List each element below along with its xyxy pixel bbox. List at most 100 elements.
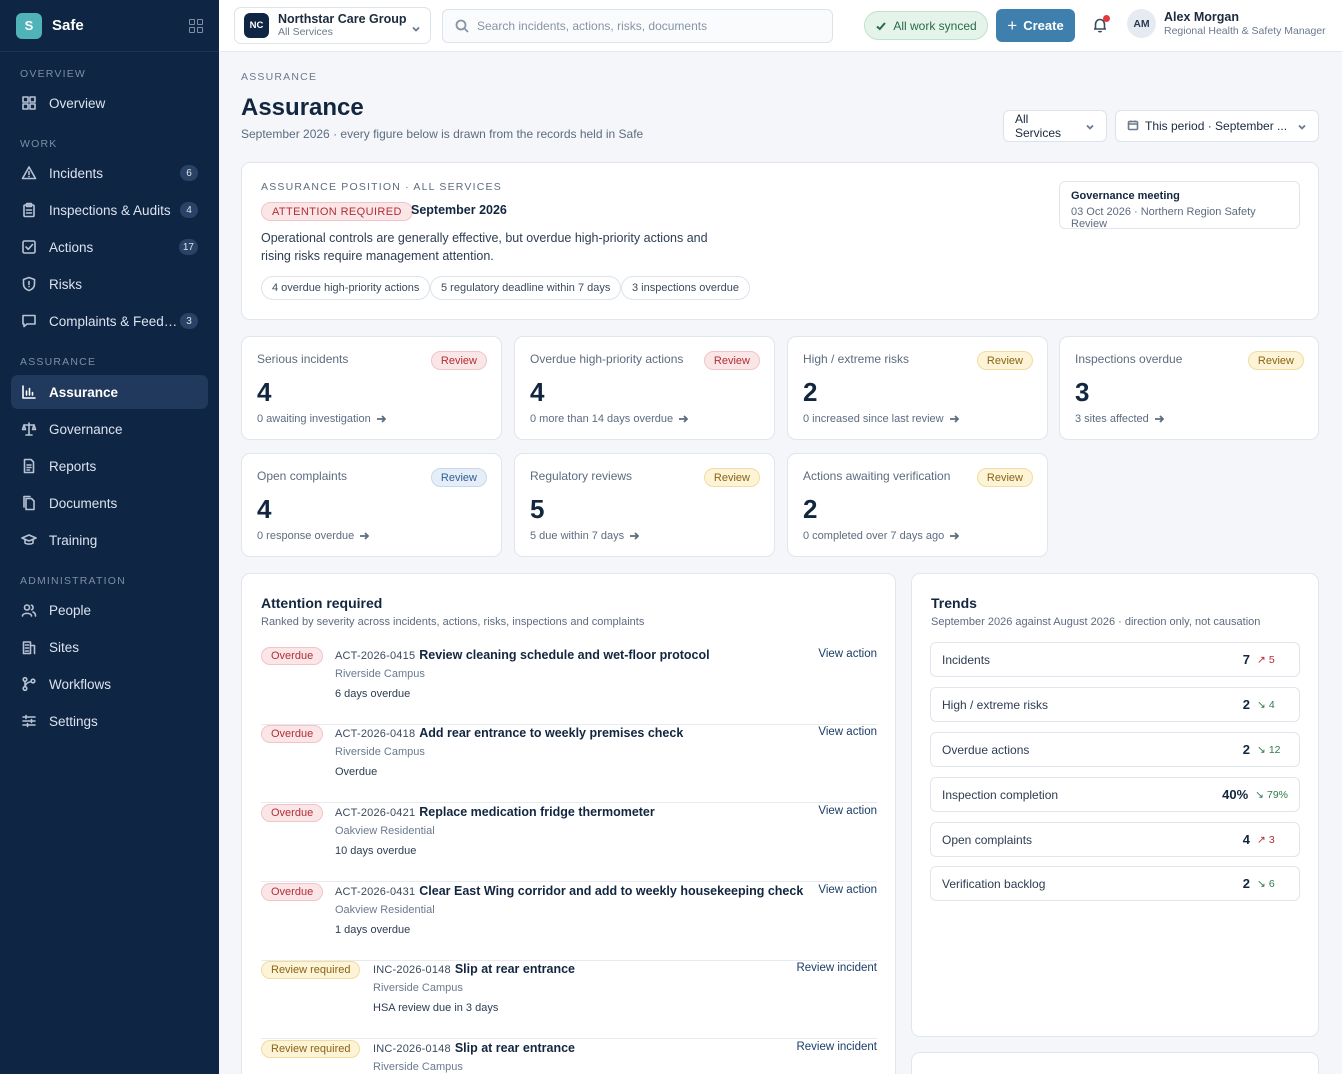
org-name: Northstar Care Group: [278, 11, 407, 26]
sidebar-item-incidents[interactable]: Incidents 6: [11, 156, 208, 190]
brand-logo: S: [16, 12, 42, 39]
item-site: Oakview Residential: [335, 825, 435, 837]
sidebar-item-settings[interactable]: Settings: [11, 704, 208, 738]
summary-chip[interactable]: 4 overdue high-priority actions: [261, 276, 431, 300]
attention-item: Overdue ACT-2026-0431 Clear East Wing cor…: [261, 882, 877, 961]
sidebar-item-label: Risks: [49, 276, 82, 292]
page-eyebrow: ASSURANCE: [241, 71, 318, 83]
item-site: Oakview Residential: [335, 904, 435, 916]
review-badge: Review: [1247, 351, 1304, 370]
search-icon: [455, 19, 469, 33]
review-incident-link[interactable]: Review incident: [796, 962, 877, 974]
view-action-link[interactable]: View action: [818, 648, 877, 660]
section-subtitle: September 2026 against August 2026 · dir…: [931, 616, 1261, 628]
kpi-label: Regulatory reviews: [530, 469, 633, 483]
brand-name: Safe: [52, 17, 84, 34]
trend-delta: ↘ 6: [1257, 878, 1288, 890]
trend-previous: 5: [1268, 653, 1275, 666]
arrow-up-right-icon: ↗: [1257, 833, 1266, 846]
kpi-card-serious-incidents[interactable]: Serious incidents Review 4 0 awaiting in…: [241, 336, 502, 440]
nav-section-overview: OVERVIEW: [20, 68, 87, 80]
sidebar-item-assurance[interactable]: Assurance: [11, 375, 208, 409]
sidebar-item-label: Reports: [49, 458, 97, 474]
kpi-label: Actions awaiting verification: [803, 469, 951, 483]
kpi-detail-link[interactable]: 5 due within 7 days: [530, 530, 640, 542]
trend-row[interactable]: Incidents 7 ↗ 5: [930, 642, 1300, 677]
trends-panel: Trends September 2026 against August 202…: [911, 573, 1319, 1037]
arrow-right-icon: [950, 532, 960, 540]
kpi-detail-link[interactable]: 0 response overdue: [257, 530, 370, 542]
sidebar-item-overview[interactable]: Overview: [11, 86, 208, 120]
attention-required-panel: Attention required Ranked by severity ac…: [241, 573, 896, 1074]
workflow-icon: [21, 676, 37, 692]
position-period: September 2026: [411, 203, 507, 217]
position-description: Operational controls are generally effec…: [261, 231, 708, 263]
kpi-detail-link[interactable]: 0 completed over 7 days ago: [803, 530, 960, 542]
create-button[interactable]: + Create: [996, 9, 1075, 42]
item-reference: ACT-2026-0421: [335, 807, 416, 819]
kpi-card-awaiting-verification[interactable]: Actions awaiting verification Review 2 0…: [787, 453, 1048, 557]
kpi-card-high-risks[interactable]: High / extreme risks Review 2 0 increase…: [787, 336, 1048, 440]
nav-section-work: WORK: [20, 138, 58, 150]
item-status: HSA review due in 3 days: [373, 1002, 499, 1014]
trend-delta: ↗ 3: [1257, 834, 1288, 846]
kpi-value: 2: [803, 494, 818, 524]
sidebar-item-reports[interactable]: Reports: [11, 449, 208, 483]
sidebar-item-risks[interactable]: Risks: [11, 267, 208, 301]
trend-row[interactable]: Overdue actions 2 ↘ 12: [930, 732, 1300, 767]
trend-value: 4: [1242, 832, 1250, 847]
kpi-detail-link[interactable]: 3 sites affected: [1075, 413, 1164, 425]
summary-chip[interactable]: 3 inspections overdue: [621, 276, 751, 300]
review-badge: Review: [703, 351, 760, 370]
user-menu[interactable]: AM Alex Morgan Regional Health & Safety …: [1127, 9, 1326, 38]
sidebar-item-workflows[interactable]: Workflows: [11, 667, 208, 701]
chevron-down-icon: [1297, 121, 1307, 131]
attention-item: Overdue ACT-2026-0421 Replace medication …: [261, 803, 877, 882]
sidebar-item-complaints[interactable]: Complaints & Feed… 3: [11, 304, 208, 338]
period-filter-dropdown[interactable]: This period · September ...: [1115, 110, 1319, 142]
view-action-link[interactable]: View action: [818, 726, 877, 738]
arrow-down-right-icon: ↘: [1257, 698, 1266, 711]
sidebar-item-documents[interactable]: Documents: [11, 486, 208, 520]
item-title: Replace medication fridge thermometer: [419, 805, 655, 819]
trend-row[interactable]: Open complaints 4 ↗ 3: [930, 822, 1300, 857]
service-filter-dropdown[interactable]: All Services: [1003, 110, 1107, 142]
view-action-link[interactable]: View action: [818, 805, 877, 817]
search-input[interactable]: [477, 19, 820, 33]
kpi-label: Inspections overdue: [1075, 352, 1183, 366]
organisation-switcher[interactable]: NC Northstar Care Group All Services: [234, 7, 431, 44]
topbar: NC Northstar Care Group All Services All…: [219, 0, 1342, 52]
sync-status-text: All work synced: [893, 18, 977, 33]
sidebar-item-people[interactable]: People: [11, 593, 208, 627]
kpi-detail-link[interactable]: 0 more than 14 days overdue: [530, 413, 689, 425]
governance-meeting-box[interactable]: Governance meeting 03 Oct 2026 · Norther…: [1059, 181, 1300, 230]
notification-dot: [1103, 15, 1110, 22]
sidebar-item-actions[interactable]: Actions 17: [11, 230, 208, 264]
item-status: 10 days overdue: [335, 845, 417, 857]
app-switcher-icon[interactable]: [189, 18, 203, 33]
trend-row[interactable]: Inspection completion 40% ↘ 79%: [930, 777, 1300, 812]
kpi-card-open-complaints[interactable]: Open complaints Review 4 0 response over…: [241, 453, 502, 557]
summary-chip[interactable]: 5 regulatory deadline within 7 days: [430, 276, 622, 300]
kpi-card-overdue-actions[interactable]: Overdue high-priority actions Review 4 0…: [514, 336, 775, 440]
review-badge: Review: [430, 351, 487, 370]
trend-value: 2: [1242, 742, 1250, 757]
sidebar-item-training[interactable]: Training: [11, 523, 208, 557]
review-incident-link[interactable]: Review incident: [796, 1041, 877, 1053]
kpi-detail-link[interactable]: 0 increased since last review: [803, 413, 959, 425]
trend-value: 2: [1242, 697, 1250, 712]
item-status: Overdue: [335, 766, 378, 778]
trend-row[interactable]: Verification backlog 2 ↘ 6: [930, 866, 1300, 901]
trend-row[interactable]: High / extreme risks 2 ↘ 4: [930, 687, 1300, 722]
kpi-label: Serious incidents: [257, 352, 349, 366]
section-subtitle: Ranked by severity across incidents, act…: [261, 616, 645, 628]
kpi-card-inspections-overdue[interactable]: Inspections overdue Review 3 3 sites aff…: [1059, 336, 1319, 440]
sidebar-item-sites[interactable]: Sites: [11, 630, 208, 664]
kpi-detail-link[interactable]: 0 awaiting investigation: [257, 413, 386, 425]
kpi-card-regulatory-reviews[interactable]: Regulatory reviews Review 5 5 due within…: [514, 453, 775, 557]
files-icon: [21, 495, 37, 511]
view-action-link[interactable]: View action: [818, 884, 877, 896]
sidebar-item-governance[interactable]: Governance: [11, 412, 208, 446]
notifications-bell-icon[interactable]: [1091, 15, 1110, 34]
sidebar-item-inspections[interactable]: Inspections & Audits 4: [11, 193, 208, 227]
